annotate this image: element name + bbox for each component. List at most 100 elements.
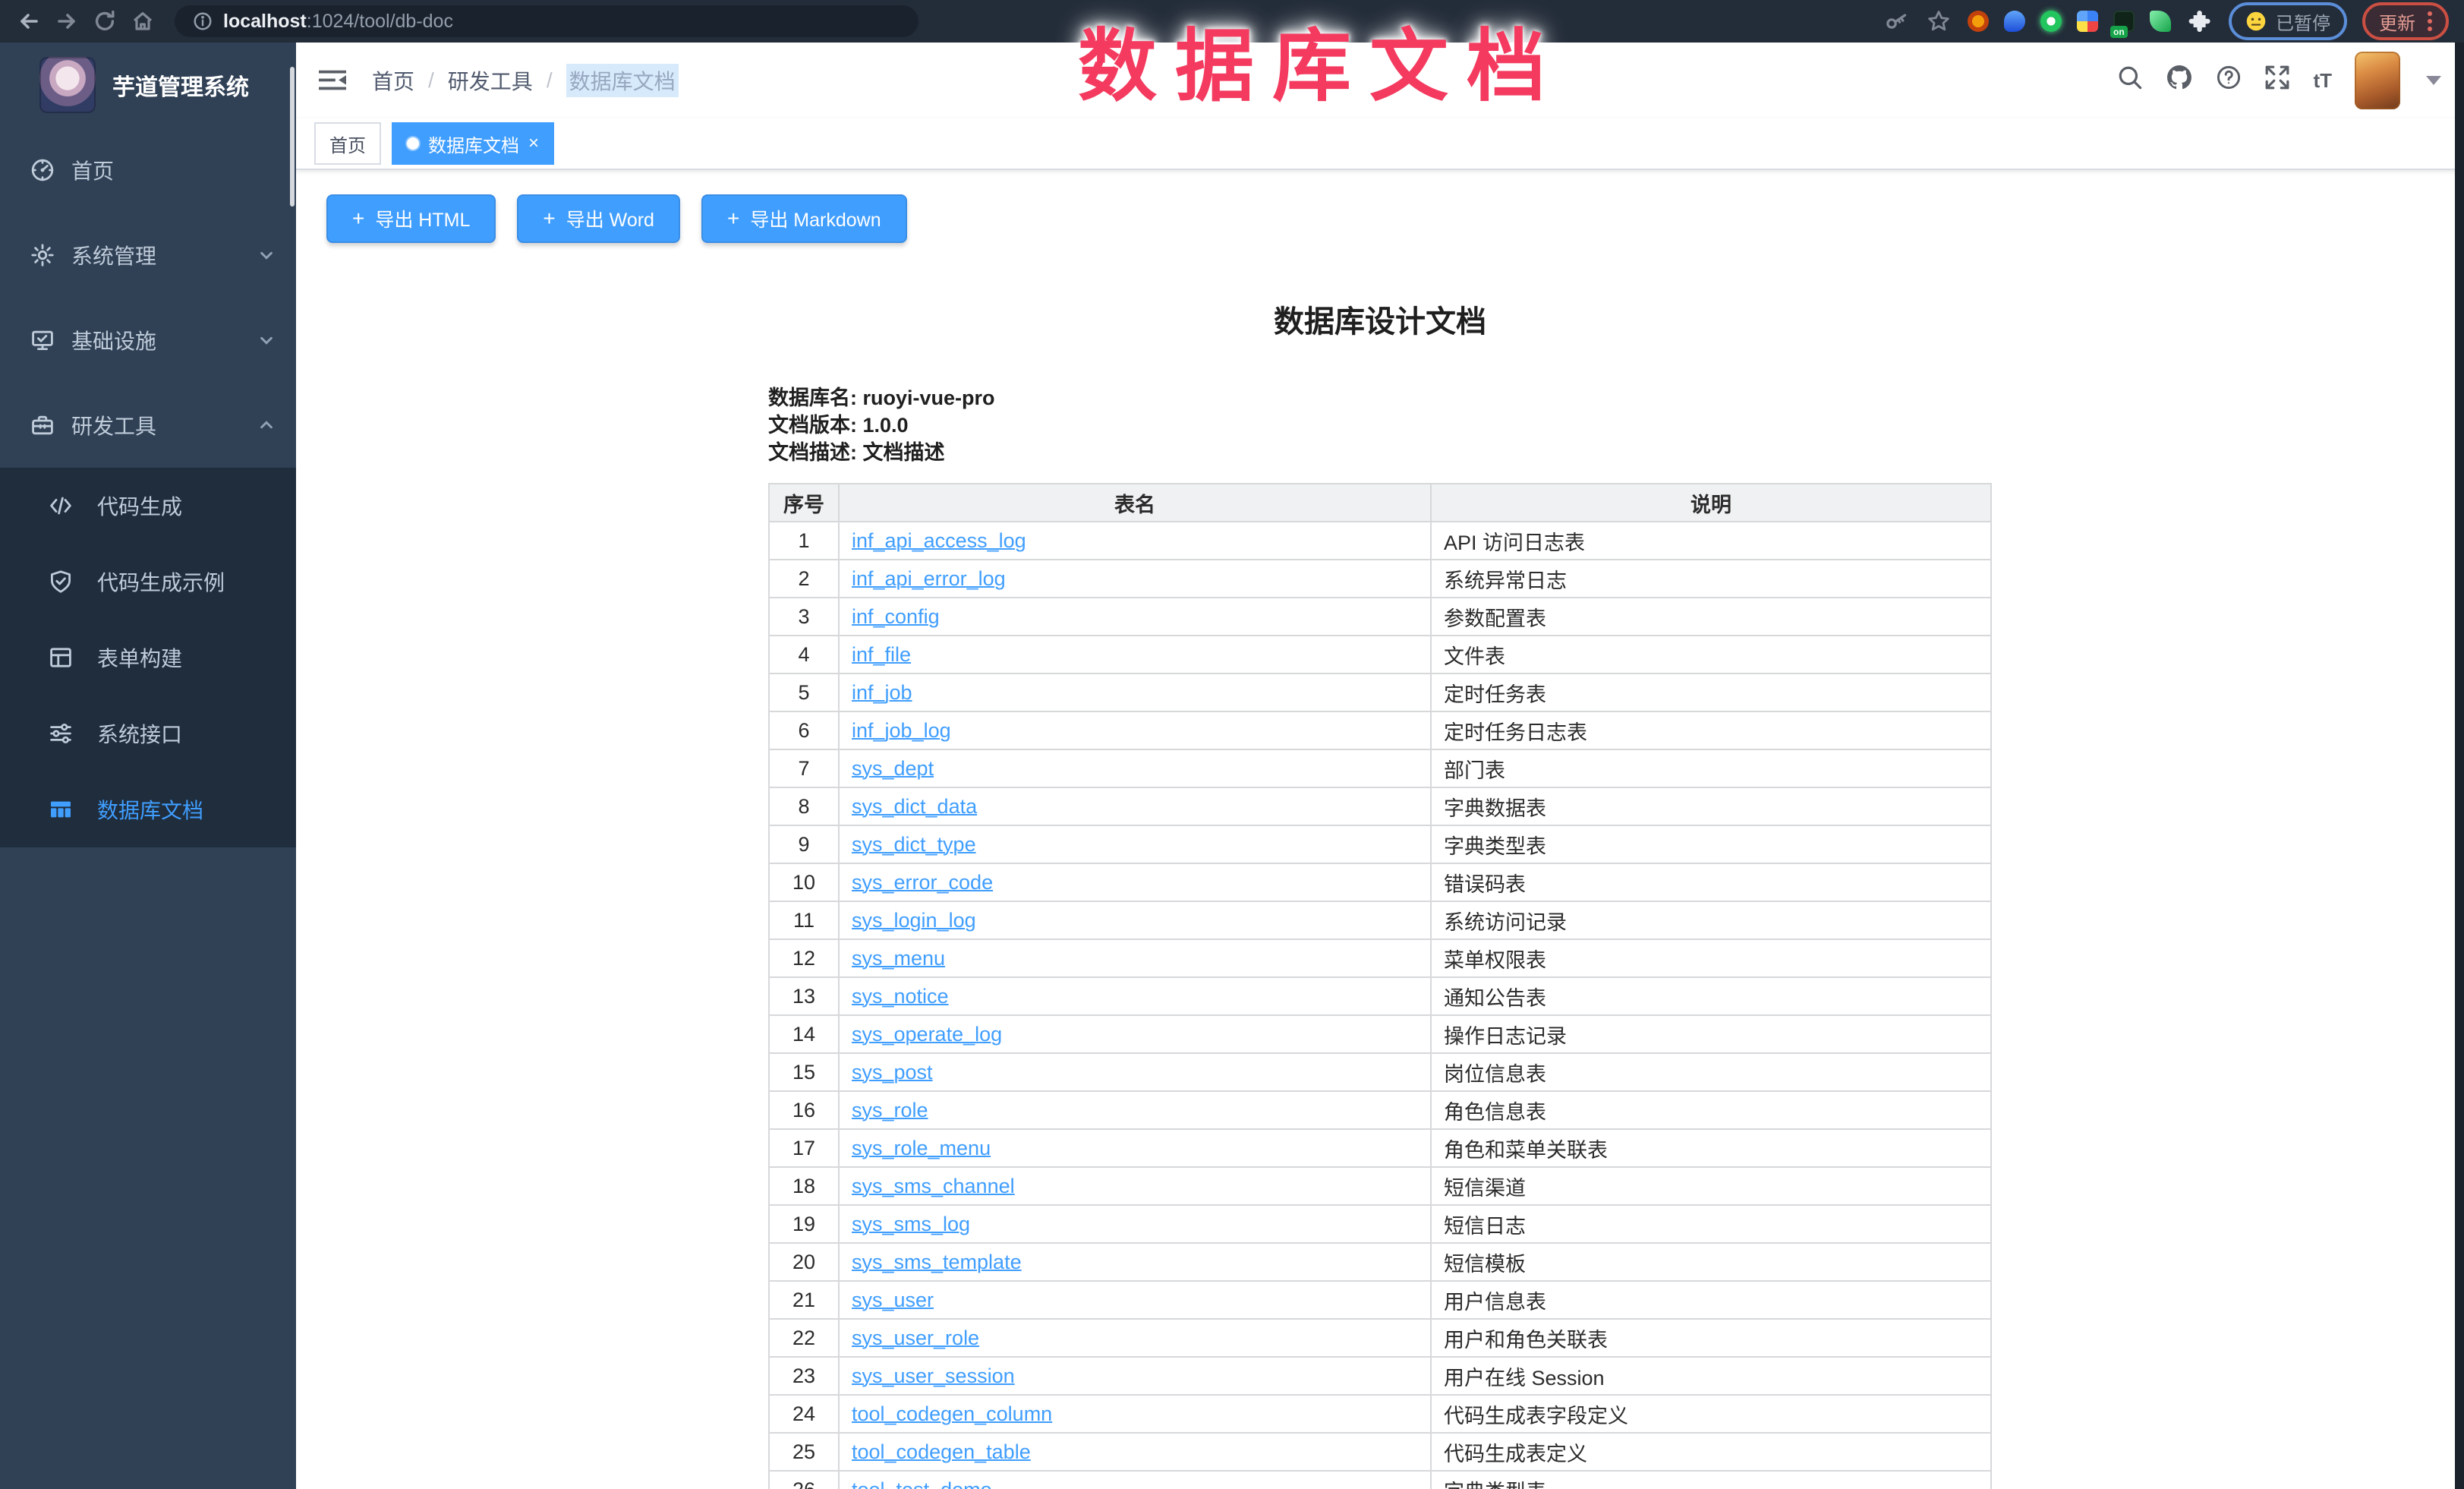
extension-icon[interactable] bbox=[1968, 11, 1989, 32]
row-number: 19 bbox=[769, 1205, 839, 1243]
sidebar-fold-icon[interactable] bbox=[319, 67, 346, 94]
row-number: 10 bbox=[769, 863, 839, 901]
breadcrumb-home[interactable]: 首页 bbox=[372, 65, 414, 96]
row-number: 22 bbox=[769, 1319, 839, 1357]
table-name-link[interactable]: sys_sms_channel bbox=[852, 1175, 1015, 1197]
meta-doc-version: 文档版本: 1.0.0 bbox=[768, 412, 1992, 439]
table-name-link[interactable]: sys_user_session bbox=[852, 1364, 1015, 1387]
tag-close-icon[interactable]: × bbox=[528, 134, 539, 153]
col-header-desc: 说明 bbox=[1431, 484, 1991, 522]
extension-icon[interactable] bbox=[2004, 11, 2025, 32]
sliders-icon bbox=[49, 721, 73, 746]
export-html-button[interactable]: + 导出 HTML bbox=[326, 194, 496, 243]
table-icon bbox=[49, 797, 73, 822]
sidebar-item-api[interactable]: 系统接口 bbox=[0, 696, 296, 771]
table-name-link[interactable]: sys_error_code bbox=[852, 871, 993, 894]
devtools-submenu: 代码生成 代码生成示例 表单构建 系统接口 数据库文档 bbox=[0, 468, 296, 847]
browser-forward-icon[interactable] bbox=[53, 8, 80, 35]
row-description: API 访问日志表 bbox=[1431, 522, 1991, 560]
table-name-link[interactable]: sys_role bbox=[852, 1099, 928, 1121]
table-name-link[interactable]: sys_role_menu bbox=[852, 1137, 991, 1159]
row-number: 12 bbox=[769, 939, 839, 977]
sidebar-item-home[interactable]: 首页 bbox=[0, 128, 296, 213]
window-scrollbar[interactable] bbox=[2455, 43, 2464, 1489]
row-description: 操作日志记录 bbox=[1431, 1015, 1991, 1053]
table-name-link[interactable]: sys_login_log bbox=[852, 909, 976, 932]
extension-icon[interactable] bbox=[2040, 11, 2062, 32]
tag-db-doc[interactable]: 数据库文档 × bbox=[392, 122, 554, 165]
table-name-link[interactable]: inf_file bbox=[852, 643, 911, 666]
help-icon[interactable] bbox=[2216, 65, 2242, 96]
table-name-link[interactable]: sys_dict_type bbox=[852, 833, 976, 856]
table-name-link[interactable]: sys_dept bbox=[852, 757, 934, 780]
row-number: 21 bbox=[769, 1281, 839, 1319]
extension-icon[interactable] bbox=[2077, 11, 2098, 32]
browser-update-button[interactable]: 更新 bbox=[2362, 2, 2449, 40]
tag-home[interactable]: 首页 bbox=[314, 122, 381, 165]
table-name-link[interactable]: inf_api_access_log bbox=[852, 529, 1026, 552]
bookmark-star-icon[interactable] bbox=[1925, 8, 1952, 35]
row-number: 25 bbox=[769, 1433, 839, 1471]
table-name-link[interactable]: sys_notice bbox=[852, 985, 949, 1008]
address-bar[interactable]: localhost:1024/tool/db-doc bbox=[175, 5, 918, 37]
site-info-icon[interactable] bbox=[193, 11, 213, 31]
table-row: 24 tool_codegen_column 代码生成表字段定义 bbox=[769, 1395, 1991, 1433]
sidebar-item-codegen-demo[interactable]: 代码生成示例 bbox=[0, 544, 296, 620]
github-icon[interactable] bbox=[2166, 64, 2193, 97]
table-name-link[interactable]: sys_post bbox=[852, 1061, 933, 1084]
table-name-link[interactable]: inf_job_log bbox=[852, 719, 951, 742]
profile-paused-badge[interactable]: 已暂停 bbox=[2229, 2, 2347, 40]
export-markdown-button[interactable]: + 导出 Markdown bbox=[701, 194, 907, 243]
tag-active-dot bbox=[407, 137, 419, 150]
table-name-link[interactable]: tool_codegen_table bbox=[852, 1440, 1031, 1463]
table-name-link[interactable]: sys_dict_data bbox=[852, 795, 977, 818]
fullscreen-icon[interactable] bbox=[2264, 65, 2290, 96]
chrome-menu-icon[interactable] bbox=[2428, 11, 2432, 31]
breadcrumb: 首页 / 研发工具 / 数据库文档 bbox=[372, 64, 679, 97]
sidebar-item-system[interactable]: 系统管理 bbox=[0, 213, 296, 298]
password-key-icon[interactable] bbox=[1883, 8, 1910, 35]
app-root: localhost:1024/tool/db-doc on 已暂停 bbox=[0, 0, 2464, 1489]
sidebar-item-form-builder[interactable]: 表单构建 bbox=[0, 620, 296, 696]
table-name-link[interactable]: sys_operate_log bbox=[852, 1023, 1002, 1046]
avatar-caret-down-icon[interactable] bbox=[2426, 76, 2441, 85]
table-name-link[interactable]: inf_api_error_log bbox=[852, 567, 1006, 590]
export-word-button[interactable]: + 导出 Word bbox=[517, 194, 680, 243]
user-avatar[interactable] bbox=[2355, 52, 2400, 109]
chevron-down-icon bbox=[258, 247, 275, 263]
breadcrumb-current: 数据库文档 bbox=[566, 64, 679, 97]
table-name-link[interactable]: tool_test_demo bbox=[852, 1478, 992, 1489]
extensions-puzzle-icon[interactable] bbox=[2186, 8, 2214, 35]
table-row: 8 sys_dict_data 字典数据表 bbox=[769, 787, 1991, 825]
extension-icon[interactable] bbox=[2150, 11, 2171, 32]
sidebar-item-codegen[interactable]: 代码生成 bbox=[0, 468, 296, 544]
sidebar-item-devtools[interactable]: 研发工具 bbox=[0, 383, 296, 468]
extension-icon[interactable]: on bbox=[2113, 11, 2135, 32]
row-description: 代码生成表定义 bbox=[1431, 1433, 1991, 1471]
breadcrumb-devtools[interactable]: 研发工具 bbox=[448, 65, 533, 96]
gear-icon bbox=[30, 243, 55, 267]
sidebar-item-db-doc[interactable]: 数据库文档 bbox=[0, 771, 296, 847]
app-logo[interactable]: 芋道管理系统 bbox=[0, 43, 296, 128]
row-description: 用户在线 Session bbox=[1431, 1357, 1991, 1395]
shield-check-icon bbox=[49, 569, 73, 594]
table-name-link[interactable]: sys_sms_log bbox=[852, 1213, 970, 1235]
browser-back-icon[interactable] bbox=[15, 8, 43, 35]
font-size-icon[interactable]: tT bbox=[2313, 69, 2332, 93]
row-number: 17 bbox=[769, 1129, 839, 1167]
row-number: 20 bbox=[769, 1243, 839, 1281]
browser-home-icon[interactable] bbox=[129, 8, 156, 35]
table-row: 20 sys_sms_template 短信模板 bbox=[769, 1243, 1991, 1281]
table-name-link[interactable]: tool_codegen_column bbox=[852, 1402, 1052, 1425]
sidebar-scrollbar[interactable] bbox=[290, 67, 295, 207]
search-icon[interactable] bbox=[2117, 65, 2143, 96]
sidebar-item-infra[interactable]: 基础设施 bbox=[0, 298, 296, 383]
row-description: 短信模板 bbox=[1431, 1243, 1991, 1281]
table-name-link[interactable]: inf_job bbox=[852, 681, 912, 704]
table-name-link[interactable]: sys_user_role bbox=[852, 1327, 979, 1349]
table-name-link[interactable]: inf_config bbox=[852, 605, 940, 628]
table-name-link[interactable]: sys_sms_template bbox=[852, 1251, 1022, 1273]
browser-reload-icon[interactable] bbox=[91, 8, 118, 35]
table-name-link[interactable]: sys_menu bbox=[852, 947, 945, 970]
table-name-link[interactable]: sys_user bbox=[852, 1289, 934, 1311]
